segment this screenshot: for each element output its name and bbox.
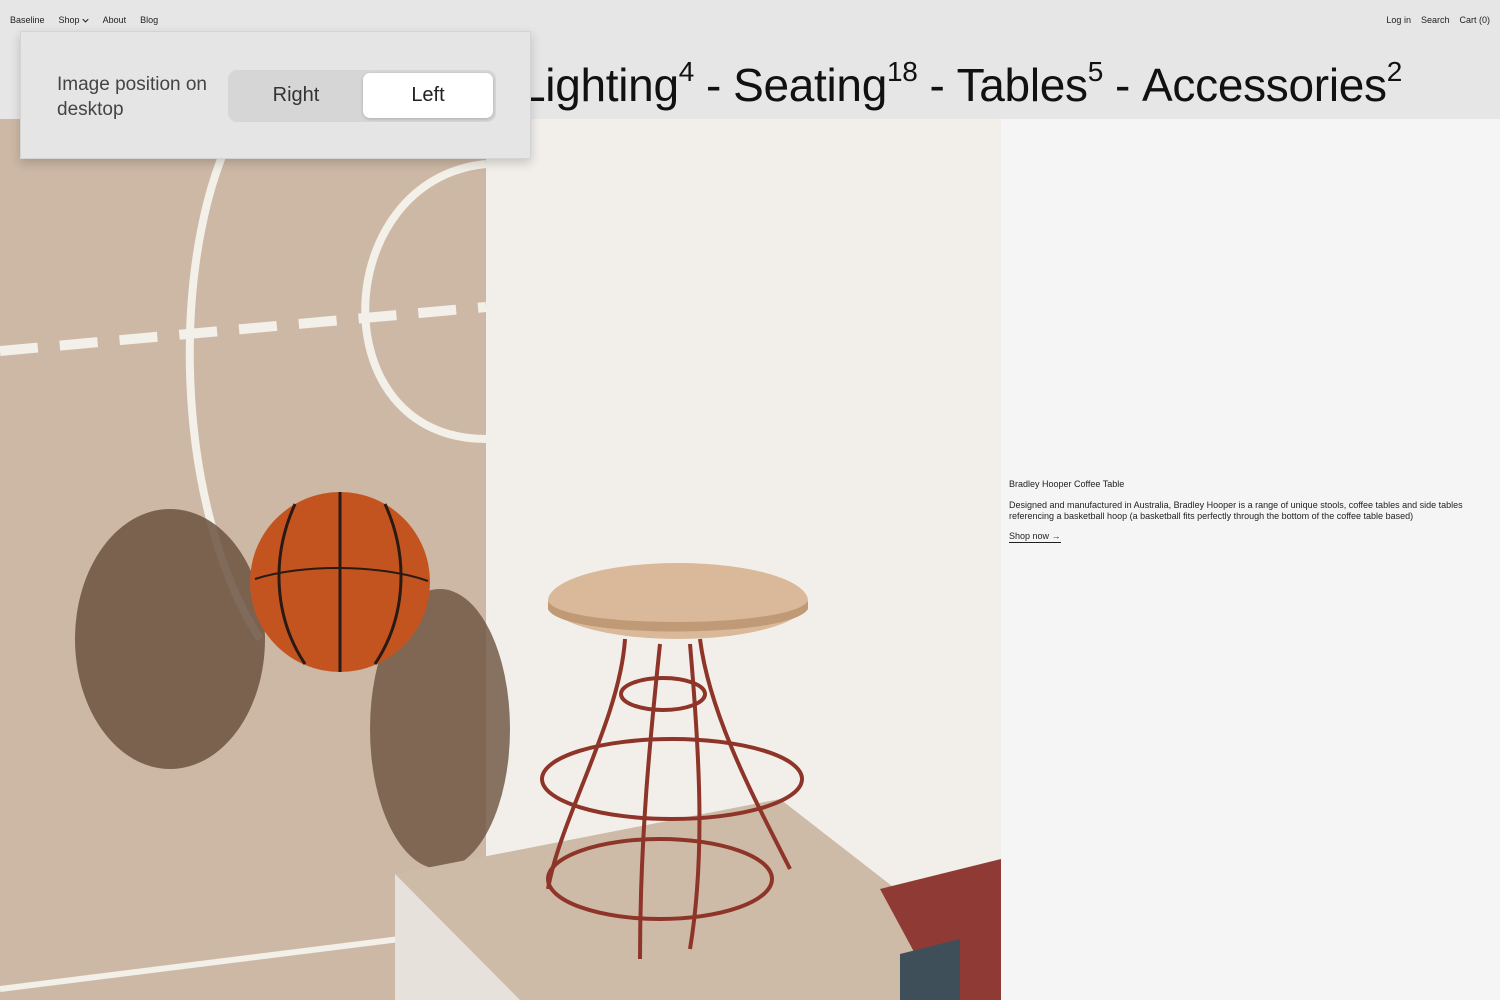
product-image: [0, 119, 1001, 1000]
setting-label: Image position on desktop: [57, 74, 207, 120]
category-seating[interactable]: Seating18: [733, 56, 918, 112]
category-accessories[interactable]: Accessories2: [1142, 56, 1403, 112]
shop-now-link[interactable]: Shop now →: [1009, 531, 1061, 543]
category-label: Tables: [956, 59, 1088, 112]
category-separator: -: [929, 59, 945, 112]
product-title: Bradley Hooper Coffee Table: [1009, 479, 1125, 489]
nav-right: Log in Search Cart (0): [1386, 15, 1490, 25]
category-count: 5: [1087, 56, 1104, 87]
shop-menu[interactable]: Shop: [59, 15, 89, 25]
cart-link[interactable]: Cart (0): [1459, 15, 1490, 25]
category-count: 4: [678, 56, 695, 87]
option-right-button[interactable]: Right: [231, 73, 361, 118]
category-label: Lighting: [520, 59, 679, 112]
search-link[interactable]: Search: [1421, 15, 1450, 25]
category-count: 2: [1386, 56, 1403, 87]
product-photo: [0, 119, 1001, 1000]
option-left-button[interactable]: Left: [363, 73, 493, 118]
category-separator: -: [706, 59, 722, 112]
blog-link[interactable]: Blog: [140, 15, 158, 25]
image-position-setting: Image position on desktop Right Left: [20, 31, 531, 159]
category-label: Seating: [733, 59, 887, 112]
image-position-toggle: Right Left: [228, 70, 496, 122]
shop-menu-label: Shop: [58, 15, 80, 25]
category-separator: -: [1115, 59, 1131, 112]
brand-link[interactable]: Baseline: [10, 15, 45, 25]
category-tables[interactable]: Tables5: [956, 56, 1104, 112]
nav-left: Baseline Shop About Blog: [10, 15, 158, 25]
category-lighting[interactable]: Lighting4: [520, 56, 695, 112]
product-description: Designed and manufactured in Australia, …: [1009, 500, 1463, 521]
category-label: Accessories: [1142, 59, 1387, 112]
product-text-panel: Bradley Hooper Coffee Table Designed and…: [1001, 119, 1500, 1000]
chevron-down-icon: [81, 18, 89, 23]
category-count: 18: [886, 56, 918, 87]
category-list: Lighting4- Seating18- Tables5- Accessories2: [520, 46, 1402, 111]
about-link[interactable]: About: [103, 15, 127, 25]
login-link[interactable]: Log in: [1386, 15, 1411, 25]
